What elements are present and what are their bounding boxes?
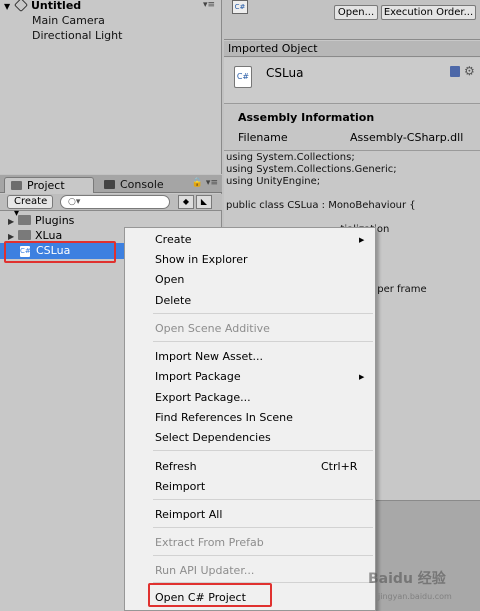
asset-header: C# CSLua ⚙ xyxy=(224,58,480,104)
unity-scene-icon xyxy=(13,0,29,13)
folder-tab-icon xyxy=(11,181,22,190)
project-tab-bar: Project Console 🔒 ▾≡ xyxy=(0,175,222,193)
submenu-arrow-icon: ▶ xyxy=(359,236,365,244)
code-line: using System.Collections.Generic; xyxy=(226,164,397,175)
menu-item-reimport[interactable]: Reimport xyxy=(125,477,375,497)
expand-arrow-icon[interactable]: ▼ xyxy=(4,0,14,15)
console-tab-icon xyxy=(104,180,115,189)
code-line: public class CSLua : MonoBehaviour { xyxy=(226,200,416,211)
scene-title: Untitled xyxy=(31,0,82,12)
menu-item-label: Refresh xyxy=(155,460,197,473)
hierarchy-item-main-camera[interactable]: Main Camera xyxy=(32,13,105,29)
menu-separator xyxy=(153,313,373,314)
csharp-file-icon: C# xyxy=(234,66,252,88)
menu-item-label: Extract From Prefab xyxy=(155,536,264,549)
code-line: using System.Collections; xyxy=(226,152,355,163)
lock-menu-icon[interactable]: 🔒 ▾≡ xyxy=(192,178,218,188)
csharp-script-icon: C# xyxy=(232,0,248,14)
menu-item-label: Import Package xyxy=(155,370,241,383)
menu-item-label: Open xyxy=(155,273,185,286)
open-button[interactable]: Open... xyxy=(334,5,378,20)
menu-item-open[interactable]: Open xyxy=(125,270,375,290)
annotation-highlight-box xyxy=(148,583,272,607)
context-menu: Create ▶ Show in Explorer Open Delete Open Sc… xyxy=(124,227,376,611)
menu-item-delete[interactable]: Delete xyxy=(125,291,375,311)
tab-console-label: Console xyxy=(120,178,164,191)
menu-item-import-new-asset[interactable]: Import New Asset... xyxy=(125,347,375,367)
menu-item-find-references-in-scene[interactable]: Find References In Scene xyxy=(125,408,375,428)
filter-by-label-icon[interactable]: ◣ xyxy=(196,195,212,209)
menu-item-label: Open Scene Additive xyxy=(155,322,270,335)
help-book-icon[interactable] xyxy=(450,66,460,77)
folder-icon xyxy=(18,230,31,240)
folder-plugins[interactable]: ▶ Plugins xyxy=(8,213,74,228)
watermark-url: jingyan.baidu.com xyxy=(378,592,452,601)
menu-item-export-package[interactable]: Export Package... xyxy=(125,388,375,408)
assembly-information: Assembly Information Filename Assembly-C… xyxy=(224,105,480,151)
menu-item-select-dependencies[interactable]: Select Dependencies xyxy=(125,428,375,448)
menu-separator xyxy=(153,555,373,556)
menu-item-run-api-updater: Run API Updater... xyxy=(125,561,375,581)
menu-shortcut: Ctrl+R xyxy=(321,460,358,473)
filename-label: Filename xyxy=(238,131,288,144)
menu-item-import-package[interactable]: Import Package ▶ xyxy=(125,367,375,387)
menu-separator xyxy=(153,527,373,528)
folder-icon xyxy=(18,215,31,225)
menu-item-refresh[interactable]: Refresh Ctrl+R xyxy=(125,457,375,477)
menu-separator xyxy=(153,450,373,451)
menu-item-label: Reimport xyxy=(155,480,206,493)
menu-item-label: Create xyxy=(155,233,192,246)
menu-item-label: Select Dependencies xyxy=(155,431,271,444)
tab-project[interactable]: Project xyxy=(4,177,94,193)
watermark: Baidu 经验 jingyan.baidu.com xyxy=(350,566,480,611)
gear-icon[interactable]: ⚙ xyxy=(464,64,475,78)
folder-label: Plugins xyxy=(35,214,75,227)
menu-item-label: Import New Asset... xyxy=(155,350,264,363)
menu-separator xyxy=(153,499,373,500)
assembly-title: Assembly Information xyxy=(238,111,375,124)
search-icon: ○▾ xyxy=(68,197,81,207)
menu-item-reimport-all[interactable]: Reimport All xyxy=(125,505,375,525)
menu-item-label: Find References In Scene xyxy=(155,411,293,424)
menu-item-open-scene-additive: Open Scene Additive xyxy=(125,319,375,339)
execution-order-button[interactable]: Execution Order... xyxy=(381,5,476,20)
panel-menu-icon[interactable]: ▾≡ xyxy=(203,0,215,10)
search-input[interactable]: ○▾ xyxy=(60,195,170,209)
menu-item-label: Delete xyxy=(155,294,192,307)
menu-item-create[interactable]: Create ▶ xyxy=(125,230,375,250)
tab-console[interactable]: Console xyxy=(98,177,186,193)
menu-separator xyxy=(153,341,373,342)
expand-arrow-icon[interactable]: ▶ xyxy=(8,214,16,229)
menu-item-label: Reimport All xyxy=(155,508,223,521)
asset-name: CSLua xyxy=(266,66,304,80)
scene-row[interactable]: ▼ Untitled xyxy=(4,0,81,14)
code-line: using UnityEngine; xyxy=(226,176,321,187)
hierarchy-panel: ▼ Untitled ▾≡ Main Camera Directional Lig… xyxy=(0,0,222,174)
inspector-toolbar: C# Open... Execution Order... xyxy=(224,0,480,40)
menu-item-label: Run API Updater... xyxy=(155,564,255,577)
annotation-highlight-box xyxy=(4,241,116,263)
menu-item-label: Export Package... xyxy=(155,391,251,404)
submenu-arrow-icon: ▶ xyxy=(359,373,365,381)
imported-object-header: Imported Object xyxy=(224,41,480,57)
filename-value: Assembly-CSharp.dll xyxy=(350,131,464,144)
menu-item-extract-from-prefab: Extract From Prefab xyxy=(125,533,375,553)
hierarchy-item-directional-light[interactable]: Directional Light xyxy=(32,28,122,44)
create-button[interactable]: Create ▾ xyxy=(7,195,53,219)
watermark-title: Baidu 经验 xyxy=(368,571,446,587)
menu-item-show-in-explorer[interactable]: Show in Explorer xyxy=(125,250,375,270)
menu-item-label: Show in Explorer xyxy=(155,253,248,266)
filter-by-type-icon[interactable]: ◆ xyxy=(178,195,194,209)
tab-project-label: Project xyxy=(27,179,65,192)
project-toolbar: Create ▾ ○▾ ◆ ◣ xyxy=(0,194,222,219)
